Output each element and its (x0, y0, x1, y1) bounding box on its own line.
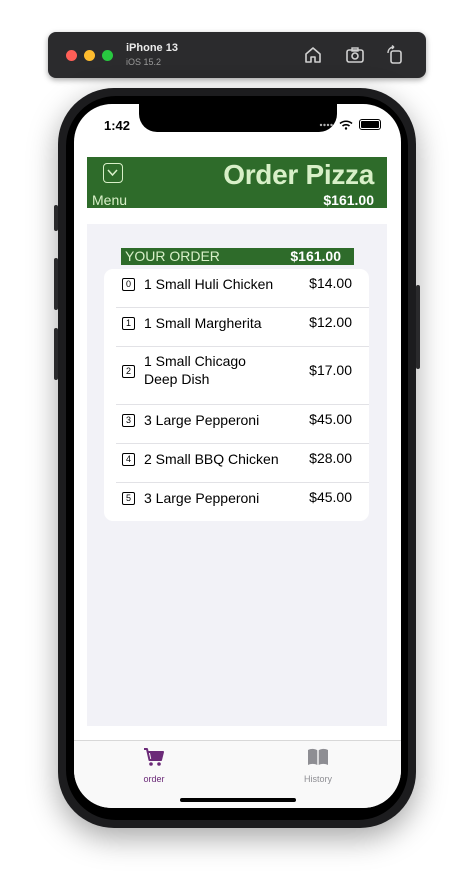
simulator-os-version: iOS 15.2 (126, 57, 162, 67)
zoom-window-button[interactable] (102, 50, 113, 61)
status-time: 1:42 (104, 118, 131, 133)
app-screen: 1:42 Menu Order Pizza $161.00 YOUR ORDER… (74, 104, 401, 808)
item-description: 2 Small BBQ Chicken (144, 451, 279, 467)
your-order-label: YOUR ORDER (125, 248, 220, 264)
home-indicator[interactable] (180, 798, 296, 802)
rotate-icon[interactable] (384, 44, 406, 66)
home-icon[interactable] (302, 44, 324, 66)
cart-icon (144, 748, 164, 766)
order-list: 0 1 Small Huli Chicken $14.00 1 1 Small … (104, 269, 369, 521)
item-price: $45.00 (309, 489, 352, 505)
item-description: 1 Small Chicago Deep Dish (144, 353, 246, 387)
item-price: $14.00 (309, 275, 352, 291)
menu-label[interactable]: Menu (92, 192, 127, 208)
wifi-icon (339, 119, 353, 130)
tab-history[interactable]: History (288, 747, 348, 784)
book-icon (308, 748, 328, 765)
list-item[interactable]: 3 3 Large Pepperoni $45.00 (116, 405, 369, 444)
simulator-title-bar: iPhone 13 iOS 15.2 (48, 32, 426, 78)
mute-switch (54, 205, 58, 231)
item-description: 1 Small Huli Chicken (144, 276, 274, 292)
minimize-window-button[interactable] (84, 50, 95, 61)
item-index-icon: 3 (122, 414, 135, 427)
volume-up-button (54, 258, 58, 310)
list-item[interactable]: 2 1 Small Chicago Deep Dish $17.00 (116, 347, 369, 405)
tab-order[interactable]: order (124, 747, 184, 784)
item-index-icon: 1 (122, 317, 135, 330)
list-item[interactable]: 1 1 Small Margherita $12.00 (116, 308, 369, 347)
menu-toggle-button[interactable] (103, 163, 123, 183)
status-icons (319, 119, 381, 130)
simulator-device-name: iPhone 13 (126, 42, 178, 54)
item-price: $12.00 (309, 314, 352, 330)
app-header: Menu Order Pizza $161.00 (87, 157, 387, 208)
chevron-down-icon (107, 169, 118, 177)
item-price: $17.00 (309, 362, 352, 378)
your-order-total: $161.00 (290, 248, 341, 264)
your-order-bar: YOUR ORDER $161.00 (121, 248, 354, 265)
tab-order-label: order (143, 774, 165, 784)
item-description: 3 Large Pepperoni (144, 490, 260, 506)
tab-history-label: History (303, 774, 332, 784)
item-price: $45.00 (309, 411, 352, 427)
cellular-signal-icon (319, 123, 333, 126)
item-index-icon: 4 (122, 453, 135, 466)
item-index-icon: 0 (122, 278, 135, 291)
item-description: 1 Small Margherita (144, 315, 262, 331)
power-button (416, 285, 420, 369)
list-item[interactable]: 4 2 Small BBQ Chicken $28.00 (116, 444, 369, 483)
close-window-button[interactable] (66, 50, 77, 61)
item-price: $28.00 (309, 450, 352, 466)
item-index-icon: 5 (122, 492, 135, 505)
item-index-icon: 2 (122, 365, 135, 378)
list-item[interactable]: 5 3 Large Pepperoni $45.00 (116, 483, 369, 521)
volume-down-button (54, 328, 58, 380)
list-item[interactable]: 0 1 Small Huli Chicken $14.00 (116, 269, 369, 308)
page-title: Order Pizza (223, 159, 374, 190)
battery-icon (359, 119, 381, 130)
stage: iPhone 13 iOS 15.2 1:42 Menu Order Pizza… (0, 0, 474, 891)
screenshot-icon[interactable] (344, 44, 366, 66)
order-content: YOUR ORDER $161.00 0 1 Small Huli Chicke… (87, 224, 387, 726)
notch (139, 104, 337, 132)
item-description: 3 Large Pepperoni (144, 412, 260, 428)
header-total: $161.00 (323, 192, 374, 208)
